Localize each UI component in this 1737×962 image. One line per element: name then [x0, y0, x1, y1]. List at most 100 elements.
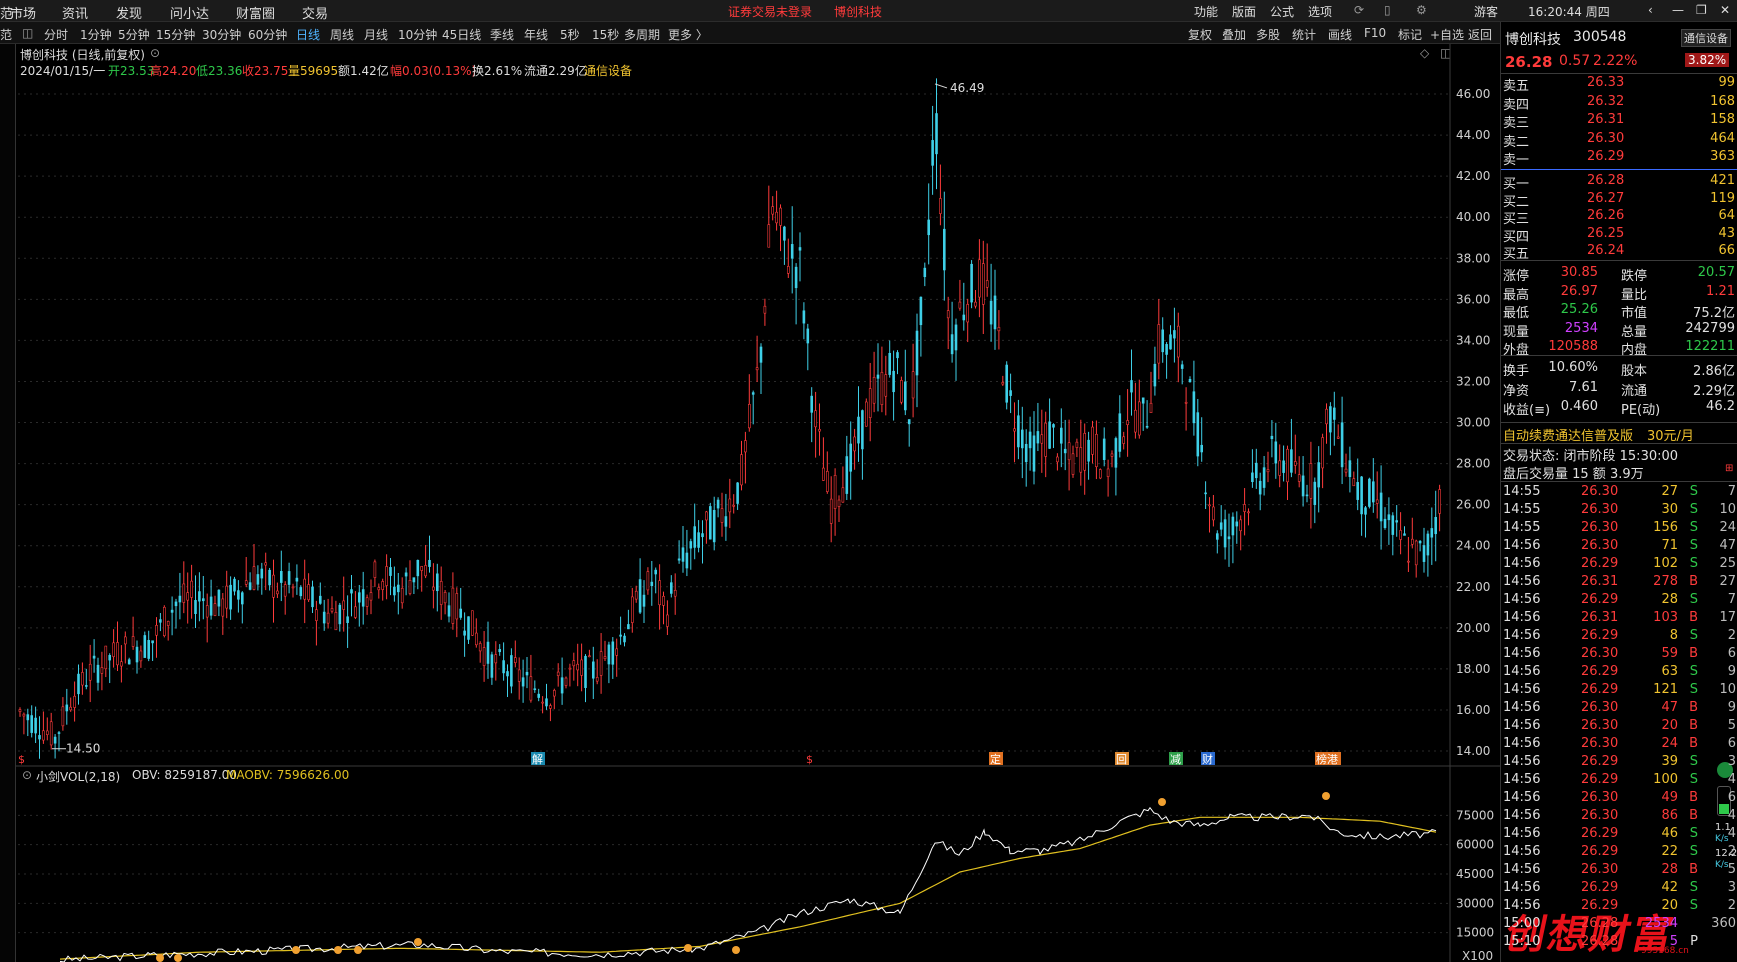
toolbar-fan[interactable]: 范	[0, 26, 12, 43]
tick-count: 9	[1727, 700, 1736, 715]
ask-volume: 168	[1710, 93, 1735, 109]
tick-side: B	[1689, 808, 1698, 823]
candle-body	[147, 640, 150, 659]
candle-body	[513, 657, 517, 663]
signal-hand-icon	[1158, 798, 1166, 806]
stock-name-link[interactable]: 博创科技	[834, 3, 882, 20]
tick-count: 5	[1727, 718, 1736, 733]
candle-body	[18, 709, 22, 713]
quote-row: 14:56 26.29 22 S 2	[1501, 843, 1737, 861]
candle-body	[1071, 453, 1075, 475]
menu-function[interactable]: 功能	[1194, 3, 1218, 20]
menu-item-market[interactable]: 市场	[10, 3, 36, 22]
quote-row: 外盘 120588 内盘 122211	[1501, 338, 1737, 358]
tool-button[interactable]: 复权	[1188, 26, 1212, 43]
candle-body	[857, 416, 860, 444]
candle-body	[541, 701, 544, 704]
period-tab-active[interactable]: 日线	[296, 26, 320, 43]
more-periods[interactable]: 更多 〉	[668, 26, 708, 43]
tool-button[interactable]: 画线	[1328, 26, 1352, 43]
login-notice[interactable]: 证券交易未登录	[728, 3, 812, 20]
menu-item-news[interactable]: 资讯	[62, 3, 88, 22]
menu-layout[interactable]: 版面	[1232, 3, 1256, 20]
promo-price[interactable]: 30元/月	[1647, 425, 1694, 444]
period-tab[interactable]: 周线	[330, 26, 354, 43]
candle-body	[595, 677, 599, 682]
period-tab[interactable]: 分时	[44, 26, 68, 43]
candle-body	[1005, 364, 1009, 403]
guest-label[interactable]: 游客	[1474, 3, 1498, 20]
period-tab[interactable]: 年线	[524, 26, 548, 43]
period-tab[interactable]: 30分钟	[202, 26, 241, 43]
tool-button[interactable]: 统计	[1292, 26, 1316, 43]
price-axis-label: 36.00	[1456, 292, 1490, 306]
phone-icon[interactable]: ▯	[1384, 3, 1391, 17]
tool-button[interactable]: +自选	[1430, 26, 1464, 43]
back-icon[interactable]: ‹	[1648, 3, 1653, 17]
tool-button[interactable]: 标记	[1398, 26, 1422, 43]
tool-button[interactable]: 叠加	[1222, 26, 1246, 43]
menu-formula[interactable]: 公式	[1270, 3, 1294, 20]
period-tab[interactable]: 15分钟	[156, 26, 195, 43]
candle-body	[767, 224, 771, 248]
price-change: 0.57	[1559, 53, 1591, 69]
candle-body	[1212, 506, 1215, 521]
period-tab[interactable]: 15秒	[592, 26, 619, 43]
menu-options[interactable]: 选项	[1308, 3, 1332, 20]
candle-body	[205, 605, 209, 618]
period-tab[interactable]: 60分钟	[248, 26, 287, 43]
menu-item-wealth-circle[interactable]: 财富圈	[236, 3, 275, 22]
indicator-maobv: MAOBV: 7596626.00	[226, 768, 350, 782]
quote-row: 买三 26.26 64	[1501, 207, 1737, 227]
chart-area[interactable]: 博创科技 (日线,前复权) ⊙ ◇ ◫ 2024/01/15/一 开23.53 …	[0, 44, 1500, 962]
maximize-icon[interactable]: ❐	[1696, 3, 1707, 17]
tool-button[interactable]: 多股	[1256, 26, 1280, 43]
quote-row: 卖四 26.32 168	[1501, 93, 1737, 113]
quote-row: 买二 26.27 119	[1501, 190, 1737, 210]
tool-button[interactable]: 返回	[1468, 26, 1492, 43]
signal-hand-icon	[174, 954, 182, 962]
refresh-icon[interactable]: ⟳	[1354, 3, 1364, 17]
candle-body	[1391, 515, 1395, 535]
indicator-toggle-icon[interactable]: ⊙	[22, 768, 32, 782]
candle-body	[65, 704, 69, 712]
stat-value: 10.60%	[1548, 360, 1598, 375]
stat-value: 75.2亿	[1693, 306, 1735, 321]
sector-button[interactable]: 通信设备	[1681, 29, 1731, 47]
candle-body	[1430, 528, 1434, 538]
candle-body	[1126, 420, 1129, 425]
promo-text[interactable]: 自动续费通达信普及版	[1503, 425, 1633, 444]
tool-button[interactable]: F10	[1364, 26, 1386, 40]
candle-body	[209, 596, 213, 616]
period-tab[interactable]: 10分钟	[398, 26, 437, 43]
period-tab[interactable]: 45日线	[442, 26, 481, 43]
candle-body	[486, 641, 490, 664]
menu-item-wenxiaoda[interactable]: 问小达	[170, 3, 209, 22]
period-tab[interactable]: 5分钟	[118, 26, 150, 43]
candle-body	[159, 619, 162, 623]
candle-body	[1036, 431, 1040, 444]
candle-body	[630, 596, 634, 623]
period-tab[interactable]: 5秒	[560, 26, 580, 43]
expand-icon[interactable]: ⊞	[1725, 463, 1733, 474]
candle-body	[143, 635, 147, 658]
candle-body	[1102, 438, 1106, 461]
layout-toggle-icon[interactable]: ◫	[22, 26, 33, 40]
settings-icon[interactable]: ⚙	[1416, 3, 1427, 17]
tick-volume: 30	[1661, 502, 1678, 517]
tick-volume: 46	[1661, 826, 1678, 841]
menu-item-trade[interactable]: 交易	[302, 3, 328, 22]
stat-value: 1.21	[1706, 283, 1735, 299]
candle-body	[190, 580, 193, 598]
menu-item-discover[interactable]: 发现	[116, 3, 142, 22]
period-tab[interactable]: 月线	[364, 26, 388, 43]
period-tab[interactable]: 季线	[490, 26, 514, 43]
period-tab[interactable]: 多周期	[624, 26, 660, 43]
period-tab[interactable]: 1分钟	[80, 26, 112, 43]
minimize-icon[interactable]: —	[1672, 3, 1684, 17]
candle-body	[1364, 507, 1367, 515]
candle-body	[533, 688, 537, 691]
candle-body	[584, 655, 587, 688]
candle-body	[939, 198, 942, 214]
close-icon[interactable]: ✕	[1720, 3, 1730, 17]
